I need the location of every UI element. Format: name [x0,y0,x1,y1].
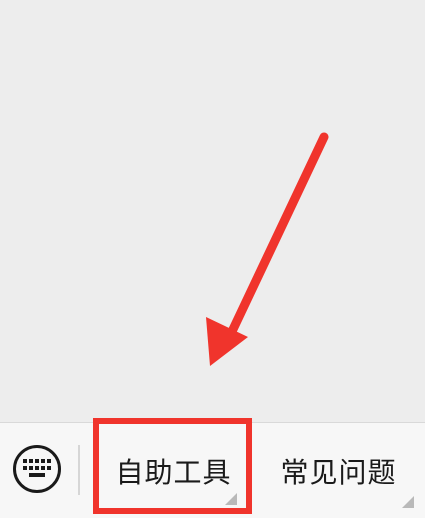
keyboard-toggle-button[interactable] [13,445,61,493]
submenu-indicator-icon [402,496,414,508]
menu-item-label: 自助工具 [115,456,232,489]
chat-content-area [0,0,425,422]
menu-divider [78,445,80,495]
menu-item-faq[interactable]: 常见问题 [252,423,425,518]
bottom-menu-bar: 自助工具 常见问题 [0,422,425,518]
menu-item-self-service-tools[interactable]: 自助工具 [96,423,251,518]
chat-screen: 自助工具 常见问题 [0,0,425,518]
submenu-indicator-icon [225,493,237,505]
menu-item-label: 常见问题 [280,456,397,489]
keyboard-icon [23,459,51,477]
